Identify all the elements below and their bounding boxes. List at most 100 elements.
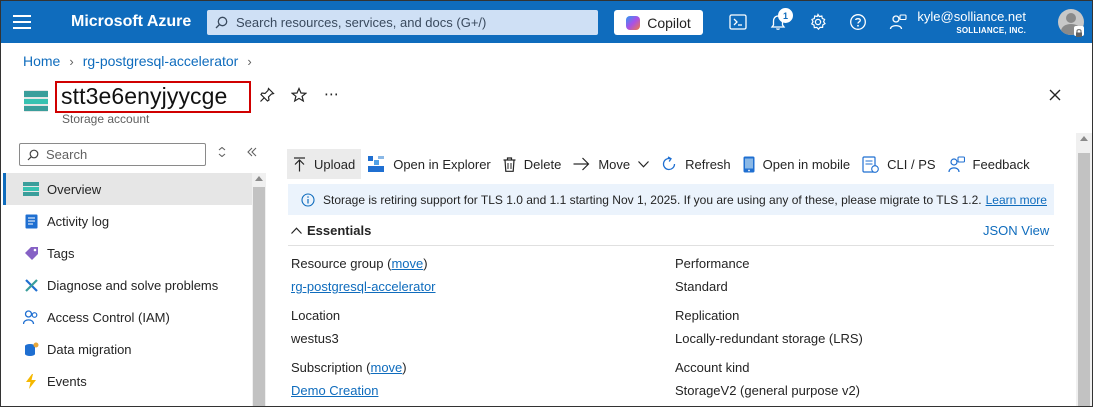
replication-label: Replication — [675, 308, 740, 323]
copilot-icon — [626, 15, 641, 30]
close-icon[interactable] — [1047, 87, 1063, 106]
notification-count-badge: 1 — [778, 8, 793, 23]
nav-scrollbar-thumb[interactable] — [253, 187, 265, 406]
main-scrollbar-thumb[interactable] — [1078, 153, 1090, 406]
trash-icon — [503, 156, 516, 172]
sidebar-item-diagnose[interactable]: Diagnose and solve problems — [3, 269, 252, 301]
hamburger-menu-icon[interactable] — [13, 13, 31, 31]
mobile-phone-icon — [743, 156, 755, 172]
pin-icon[interactable] — [259, 87, 275, 106]
upload-button[interactable]: Upload — [287, 149, 362, 179]
essentials-title: Essentials — [307, 223, 372, 238]
resource-group-label: Resource group (move) — [291, 256, 428, 271]
lock-icon — [1074, 26, 1084, 37]
json-view-link[interactable]: JSON View — [983, 223, 1049, 238]
breadcrumb-home[interactable]: Home — [23, 53, 60, 69]
learn-more-link[interactable]: Learn more — [986, 193, 1047, 207]
sidebar-item-label: Events — [47, 373, 87, 389]
account-kind-label: Account kind — [675, 360, 750, 375]
copilot-label: Copilot — [647, 14, 691, 31]
resource-type: Storage account — [62, 112, 150, 126]
sidebar-item-events[interactable]: Events — [3, 365, 252, 397]
subscription-label-text: Subscription — [291, 360, 363, 375]
subscription-value: Demo Creation — [291, 383, 378, 398]
chevron-down-icon — [638, 160, 650, 168]
essentials-toggle[interactable]: Essentials — [291, 223, 371, 238]
overview-icon — [23, 181, 39, 197]
sidebar-item-access-control[interactable]: Access Control (IAM) — [3, 301, 252, 333]
brand-title[interactable]: Microsoft Azure — [71, 13, 191, 31]
feedback-person-icon[interactable] — [888, 12, 908, 32]
page-title: stt3e6enyjyycge — [61, 83, 228, 109]
info-icon — [301, 192, 315, 207]
sidebar-item-data-migration[interactable]: Data migration — [3, 333, 252, 365]
sidebar-item-activity-log[interactable]: Activity log — [3, 205, 252, 237]
search-placeholder: Search resources, services, and docs (G+… — [236, 15, 487, 30]
chevron-right-icon: › — [69, 53, 74, 69]
banner-text: Storage is retiring support for TLS 1.0 … — [323, 192, 982, 207]
sidebar-item-label: Tags — [47, 245, 75, 261]
resource-group-label-text: Resource group — [291, 256, 384, 271]
collapse-menu-icon[interactable] — [246, 146, 258, 160]
open-in-mobile-button[interactable]: Open in mobile — [737, 149, 856, 179]
cloud-shell-icon[interactable] — [728, 12, 748, 32]
star-favorite-icon[interactable] — [290, 87, 308, 106]
sidebar-item-overview[interactable]: Overview — [3, 173, 252, 205]
move-dropdown-button[interactable]: Move — [567, 149, 655, 179]
top-bar: Microsoft Azure Search resources, servic… — [1, 1, 1092, 43]
lightning-icon — [23, 373, 39, 389]
cli-ps-button[interactable]: CLI / PS — [856, 149, 941, 179]
refresh-label: Refresh — [685, 156, 731, 172]
sidebar-item-label: Overview — [47, 181, 102, 197]
location-label: Location — [291, 308, 341, 323]
search-icon — [27, 149, 39, 160]
refresh-button[interactable]: Refresh — [655, 149, 737, 179]
sidebar-item-tags[interactable]: Tags — [3, 237, 252, 269]
tls-info-banner: Storage is retiring support for TLS 1.0 … — [288, 184, 1054, 215]
feedback-label: Feedback — [972, 156, 1030, 172]
expand-collapse-icon[interactable] — [217, 146, 227, 160]
global-search-input[interactable]: Search resources, services, and docs (G+… — [207, 10, 598, 35]
sidebar-item-label: Activity log — [47, 213, 110, 229]
feedback-button[interactable]: Feedback — [942, 149, 1036, 179]
user-tenant: SOLLIANCE, INC. — [956, 26, 1026, 35]
chevron-up-icon — [291, 227, 302, 234]
nav-search-placeholder: Search — [46, 147, 88, 162]
subscription-move-link[interactable]: move — [371, 360, 403, 375]
settings-gear-icon[interactable] — [808, 12, 828, 32]
resource-group-link[interactable]: rg-postgresql-accelerator — [291, 279, 436, 294]
sidebar-item-label: Access Control (IAM) — [47, 309, 170, 325]
people-icon — [23, 309, 39, 325]
help-question-icon[interactable] — [848, 12, 868, 32]
refresh-icon — [663, 156, 676, 171]
upload-icon — [294, 156, 305, 171]
essentials-divider — [288, 245, 1054, 246]
nav-search-input[interactable]: Search — [19, 143, 206, 166]
search-icon — [215, 16, 228, 29]
copilot-button[interactable]: Copilot — [614, 10, 703, 35]
more-options-icon[interactable]: ⋯ — [324, 85, 340, 103]
data-migration-icon — [23, 341, 39, 357]
subscription-link[interactable]: Demo Creation — [291, 383, 378, 398]
open-in-explorer-button[interactable]: Open in Explorer — [361, 149, 497, 179]
replication-value: Locally-redundant storage (LRS) — [675, 331, 863, 346]
performance-label: Performance — [675, 256, 750, 271]
storage-explorer-icon — [368, 156, 385, 172]
delete-button[interactable]: Delete — [497, 149, 568, 179]
arrow-right-icon — [573, 157, 590, 171]
move-label: Move — [598, 156, 631, 172]
user-email: kyle@solliance.net — [917, 9, 1026, 24]
command-bar: Upload Open in Explorer Delete Move Refr… — [287, 149, 1067, 179]
sidebar-item-label: Diagnose and solve problems — [47, 277, 219, 293]
resource-menu: Overview Activity log Tags Diagnose and … — [3, 173, 252, 406]
scroll-up-icon[interactable] — [255, 176, 263, 181]
breadcrumb-resource-group[interactable]: rg-postgresql-accelerator — [83, 53, 239, 69]
resource-group-move-link[interactable]: move — [391, 256, 423, 271]
open-in-explorer-label: Open in Explorer — [393, 156, 491, 172]
account-info[interactable]: kyle@solliance.net SOLLIANCE, INC. — [917, 9, 1026, 35]
tag-icon — [23, 245, 39, 261]
sidebar-item-label: Data migration — [47, 341, 132, 357]
storage-account-icon — [24, 90, 48, 112]
scroll-up-icon[interactable] — [1080, 136, 1088, 141]
delete-label: Delete — [523, 156, 562, 172]
